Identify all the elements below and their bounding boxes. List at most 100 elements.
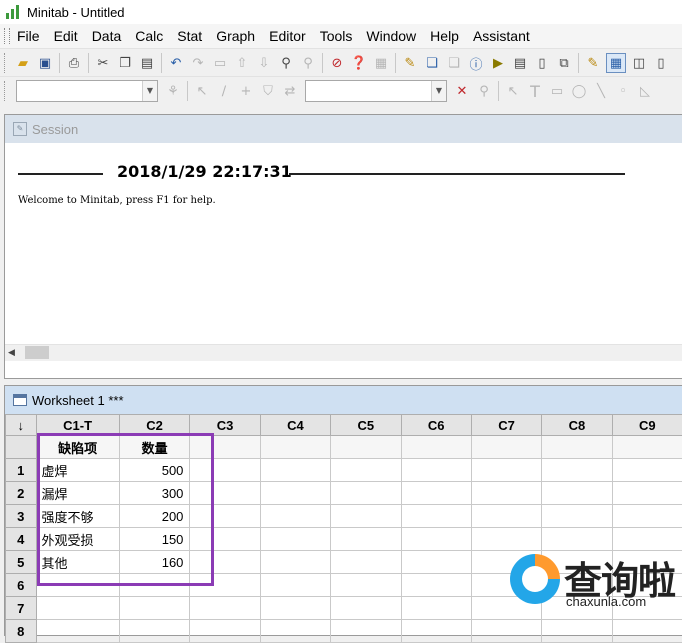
cell[interactable] (190, 482, 260, 505)
cell[interactable] (260, 597, 330, 620)
worksheet-icon[interactable]: ▦ (606, 53, 626, 73)
cell[interactable] (190, 505, 260, 528)
cell-c1[interactable]: 虚焊 (36, 459, 119, 482)
brush-icon[interactable]: ⚘ (164, 82, 182, 100)
column-name-c1[interactable]: 缺陷项 (36, 436, 119, 459)
info-icon[interactable]: ⓘ (467, 54, 485, 72)
cell[interactable] (331, 551, 401, 574)
scroll-thumb[interactable] (25, 346, 49, 359)
cell-c1[interactable]: 漏焊 (36, 482, 119, 505)
cell[interactable] (190, 459, 260, 482)
cell[interactable] (331, 620, 401, 643)
cell[interactable] (542, 505, 612, 528)
column-header-c7[interactable]: C7 (471, 415, 541, 436)
cell[interactable] (260, 620, 330, 643)
cell[interactable] (401, 505, 471, 528)
new-doc-icon[interactable]: ▯ (533, 54, 551, 72)
select-icon[interactable]: ↖ (504, 82, 522, 100)
row-number[interactable]: 4 (6, 528, 37, 551)
column-name-c5[interactable] (331, 436, 401, 459)
stack-icon[interactable]: ❏ (423, 54, 441, 72)
find-icon[interactable]: ⚲ (277, 54, 295, 72)
blank-icon[interactable]: ▭ (211, 54, 229, 72)
rectangle-icon[interactable]: ▭ (548, 82, 566, 100)
column-name-c6[interactable] (401, 436, 471, 459)
column-header-c8[interactable]: C8 (542, 415, 612, 436)
column-name-c3[interactable] (190, 436, 260, 459)
copy-icon[interactable]: ❐ (116, 54, 134, 72)
row-number[interactable]: 2 (6, 482, 37, 505)
cell-c2[interactable] (119, 597, 190, 620)
graph-icon[interactable]: ✎ (401, 54, 419, 72)
cell-c2[interactable]: 160 (119, 551, 190, 574)
worksheet-title-bar[interactable]: Worksheet 1 *** (5, 386, 682, 414)
column-header-c5[interactable]: C5 (331, 415, 401, 436)
cell[interactable] (331, 528, 401, 551)
cell-c2[interactable]: 150 (119, 528, 190, 551)
horizontal-scrollbar[interactable]: ◀ (5, 344, 682, 361)
cell[interactable] (331, 574, 401, 597)
layout-icon[interactable]: ❏ (445, 54, 463, 72)
column-header-c1[interactable]: C1-T (36, 415, 119, 436)
cell[interactable] (260, 551, 330, 574)
cell-c1[interactable]: 外观受损 (36, 528, 119, 551)
cell-c2[interactable] (119, 620, 190, 643)
dot-icon[interactable]: ◦ (614, 82, 632, 100)
project-icon[interactable]: ◫ (630, 54, 648, 72)
line-icon[interactable]: ╲ (592, 82, 610, 100)
row-number[interactable]: 7 (6, 597, 37, 620)
menu-graph[interactable]: Graph (216, 28, 255, 44)
cell[interactable] (260, 459, 330, 482)
menu-edit[interactable]: Edit (54, 28, 78, 44)
paste-icon[interactable]: ▤ (138, 54, 156, 72)
cell[interactable] (190, 620, 260, 643)
graph-item-dropdown[interactable]: ▼ (16, 80, 158, 102)
row-number[interactable]: 5 (6, 551, 37, 574)
menu-help[interactable]: Help (430, 28, 459, 44)
notes-icon[interactable]: ▦ (372, 54, 390, 72)
zoom-icon[interactable]: ⚲ (475, 82, 493, 100)
cell[interactable] (542, 459, 612, 482)
cell[interactable] (260, 574, 330, 597)
cut-icon[interactable]: ✂ (94, 54, 112, 72)
cell-c2[interactable]: 300 (119, 482, 190, 505)
cell-c1[interactable] (36, 597, 119, 620)
cell[interactable] (331, 482, 401, 505)
graph-element-dropdown[interactable]: ▼ (305, 80, 447, 102)
ellipse-icon[interactable]: ◯ (570, 82, 588, 100)
run-icon[interactable]: ▶ (489, 54, 507, 72)
cell[interactable] (401, 528, 471, 551)
menu-data[interactable]: Data (92, 28, 122, 44)
save-icon[interactable]: ▣ (36, 54, 54, 72)
menu-stat[interactable]: Stat (177, 28, 202, 44)
cell[interactable] (190, 551, 260, 574)
crosshair-icon[interactable]: + (237, 82, 255, 100)
cell[interactable] (190, 574, 260, 597)
replace-icon[interactable]: ⚲ (299, 54, 317, 72)
cell[interactable] (612, 505, 682, 528)
cell[interactable] (260, 528, 330, 551)
row-number[interactable]: 6 (6, 574, 37, 597)
cell[interactable] (190, 528, 260, 551)
help-icon[interactable]: ❓ (350, 54, 368, 72)
cell[interactable] (401, 620, 471, 643)
cell[interactable] (471, 505, 541, 528)
menu-editor[interactable]: Editor (269, 28, 306, 44)
cell[interactable] (401, 597, 471, 620)
session-output[interactable]: 2018/1/29 22:17:31 Welcome to Minitab, p… (5, 143, 682, 361)
cell-c2[interactable]: 500 (119, 459, 190, 482)
menu-window[interactable]: Window (366, 28, 416, 44)
cell[interactable] (401, 551, 471, 574)
cancel-icon[interactable]: ⊘ (328, 54, 346, 72)
cell[interactable] (401, 459, 471, 482)
row-number[interactable]: 8 (6, 620, 37, 643)
pen-icon[interactable]: ∕ (215, 82, 233, 100)
down-arrow-icon[interactable]: ⇩ (255, 54, 273, 72)
cell[interactable] (612, 459, 682, 482)
cell[interactable] (612, 482, 682, 505)
data-entry-direction-arrow[interactable]: ↓ (6, 415, 37, 436)
more-icon[interactable]: ▯ (652, 54, 670, 72)
cell[interactable] (331, 505, 401, 528)
cell-c2[interactable] (119, 574, 190, 597)
cell[interactable] (471, 459, 541, 482)
